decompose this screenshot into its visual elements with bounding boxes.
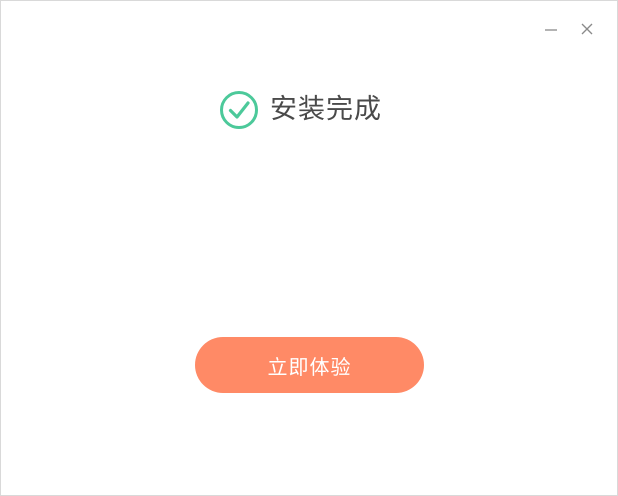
- close-button[interactable]: [579, 21, 595, 37]
- window-controls: [543, 21, 595, 37]
- minimize-icon: [545, 29, 557, 31]
- check-circle-icon: [220, 91, 258, 129]
- close-icon: [581, 23, 593, 35]
- minimize-button[interactable]: [543, 21, 559, 37]
- status-text: 安装完成: [270, 94, 382, 125]
- try-now-button[interactable]: 立即体验: [195, 337, 424, 393]
- install-status: 安装完成: [219, 90, 382, 130]
- installer-window: 安装完成 立即体验: [0, 0, 618, 496]
